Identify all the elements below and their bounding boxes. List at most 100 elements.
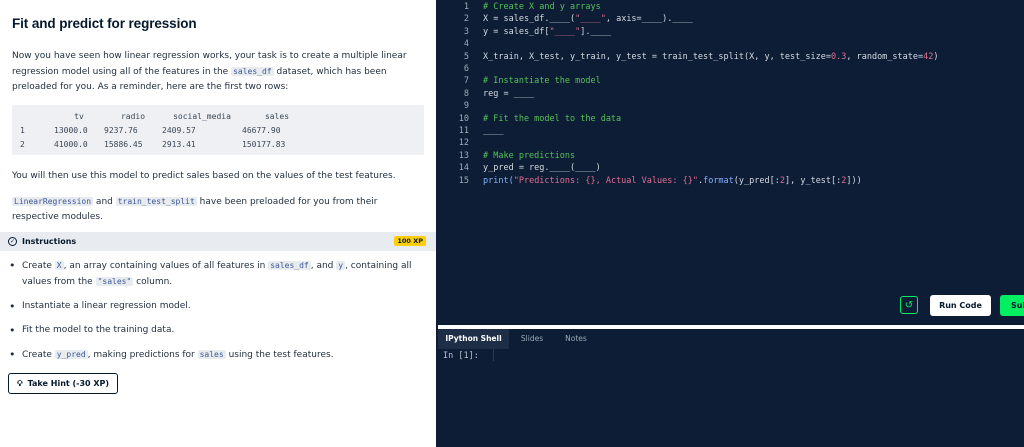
column-header <box>12 109 54 123</box>
code-text[interactable]: # Fit the model to the data <box>483 114 621 124</box>
code-line[interactable]: 13 # Make predictions <box>438 150 575 163</box>
code-token: ____ <box>483 126 504 136</box>
code-token: X = sales_df.____( <box>483 14 576 25</box>
tab-slides[interactable]: Slides <box>512 329 552 349</box>
table-cell: 46677.90 <box>242 125 281 135</box>
code-line[interactable]: 5 X_train, X_test, y_train, y_test = trai… <box>438 51 939 64</box>
code-token: reg = ____ <box>483 88 535 99</box>
code-token: 42 <box>923 51 934 62</box>
instruction-item: Create y_pred, making predictions for sa… <box>8 347 423 363</box>
code-line[interactable]: 11 ____ <box>438 125 504 138</box>
inline-code: y_pred <box>54 350 88 359</box>
line-number: 15 <box>458 175 469 186</box>
instruction-text: Create <box>22 261 55 271</box>
run-code-button[interactable]: Run Code <box>930 295 991 316</box>
inline-code: LinearRegression <box>12 197 94 206</box>
instruction-text: , an array containing values of all feat… <box>63 261 269 271</box>
code-line[interactable]: 12 <box>438 137 483 150</box>
instruction-text: , making predictions for <box>87 350 198 360</box>
table-header-row: tv radio social_media sales <box>12 109 312 123</box>
line-number: 10 <box>458 113 469 124</box>
tab-notes[interactable]: Notes <box>555 329 597 349</box>
inline-code: sales_df <box>268 261 311 270</box>
instruction-text: Instantiate a linear regression model. <box>22 301 191 311</box>
code-line[interactable]: 7 # Instantiate the model <box>438 75 601 88</box>
line-number: 1 <box>463 2 469 12</box>
code-line[interactable]: 14 y_pred = reg.____(____) <box>438 162 601 175</box>
code-text[interactable]: y_pred = reg.____(____) <box>483 163 601 173</box>
exercise-para2: You will then use this model to predict … <box>12 171 396 181</box>
code-text[interactable]: print("Predictions: {}, Actual Values: {… <box>483 176 862 186</box>
instruction-text: column. <box>133 277 173 287</box>
code-text[interactable]: X_train, X_test, y_train, y_test = train… <box>483 52 939 62</box>
instruction-text: Create <box>22 350 55 360</box>
code-line[interactable]: 9 <box>438 100 483 113</box>
code-text[interactable]: # Make predictions <box>483 151 575 161</box>
line-number: 8 <box>463 88 469 99</box>
code-line[interactable]: 8 reg = ____ <box>438 88 534 101</box>
code-token: , axis=____).____ <box>605 14 693 25</box>
instruction-item: Create X, an array containing values of … <box>8 258 423 290</box>
code-text[interactable]: ____ <box>483 126 503 136</box>
line-number: 2 <box>463 14 469 25</box>
instruction-item: Instantiate a linear regression model. <box>8 299 423 314</box>
code-token: print( <box>483 175 514 186</box>
code-line[interactable]: 2 X = sales_df.____("____", axis=____).__… <box>438 13 693 26</box>
code-token: , random_state= <box>846 51 924 62</box>
code-token: # Create X and y arrays <box>483 2 601 12</box>
code-token: y_pred = reg.____(____) <box>483 163 601 174</box>
lightbulb-icon: 💡︎ <box>17 378 23 388</box>
table-cell: 1 <box>20 125 25 135</box>
instructions-label: Instructions <box>22 237 77 246</box>
code-text[interactable]: X = sales_df.____("____", axis=____).___… <box>483 14 693 24</box>
tab-ipython-shell[interactable]: IPython Shell <box>438 329 509 349</box>
instructions-list: Create X, an array containing values of … <box>8 258 423 372</box>
column-header: radio <box>120 111 146 121</box>
take-hint-button[interactable]: 💡︎ Take Hint (-30 XP) <box>8 373 119 394</box>
code-line[interactable]: 4 <box>438 38 483 51</box>
instructions-header: ✓ Instructions 100 XP <box>0 232 436 251</box>
exercise-panel: Fit and predict for regression Now you h… <box>0 0 436 447</box>
console-prompt: In [1]: <box>443 351 479 361</box>
code-token: # Fit the model to the data <box>483 113 622 124</box>
code-line[interactable]: 1 # Create X and y arrays <box>438 1 601 14</box>
inline-code: sales <box>197 350 226 359</box>
code-line[interactable]: 6 <box>438 63 483 76</box>
code-token: ])) <box>846 175 862 186</box>
table-cell: 2409.57 <box>162 125 196 135</box>
inline-code: X <box>54 261 64 270</box>
inline-code: y <box>336 261 346 270</box>
table-cell: 2913.41 <box>162 139 196 149</box>
code-line[interactable]: 3 y = sales_df["____"].____ <box>438 26 611 39</box>
check-circle-icon: ✓ <box>8 237 17 246</box>
reset-icon[interactable]: ↺ <box>900 296 918 314</box>
code-line[interactable]: 10 # Fit the model to the data <box>438 113 621 126</box>
code-line[interactable]: 15 print("Predictions: {}, Actual Values:… <box>438 175 862 188</box>
code-token: 0.3 <box>831 51 847 62</box>
code-text[interactable]: y = sales_df["____"].____ <box>483 27 611 37</box>
code-text[interactable]: reg = ____ <box>483 89 534 99</box>
code-editor[interactable]: 1 # Create X and y arrays 2 X = sales_df.__… <box>438 0 1024 325</box>
code-token: (y_pred[: <box>733 175 780 186</box>
line-number: 13 <box>458 150 469 161</box>
instruction-item: Fit the model to the training data. <box>8 323 423 338</box>
data-preview-table: tv radio social_media sales 1 13000.0 9237.76 2… <box>12 105 424 155</box>
console-panel: IPython Shell Slides Notes In [1]: <box>438 329 1024 447</box>
table-cell: 13000.0 <box>54 125 88 135</box>
submit-button[interactable]: Sub <box>1000 295 1024 316</box>
console-tabs: IPython Shell Slides Notes <box>438 329 1024 349</box>
table-cell: 9237.76 <box>104 125 138 135</box>
exercise-para3: LinearRegression and train_test_split ha… <box>12 197 378 222</box>
code-token: # Instantiate the model <box>483 76 601 87</box>
table-cell: 41000.0 <box>54 139 88 149</box>
table-cell: 150177.83 <box>242 139 286 149</box>
instruction-text: Fit the model to the training data. <box>22 325 175 335</box>
code-text[interactable]: # Create X and y arrays <box>483 2 601 12</box>
console-input[interactable] <box>493 349 1024 361</box>
code-text[interactable]: # Instantiate the model <box>483 76 601 86</box>
column-header: social_media <box>173 111 231 121</box>
table-row: 2 41000.0 15886.45 2913.41 150177.83 <box>12 137 312 151</box>
line-number: 9 <box>463 101 469 112</box>
line-number: 4 <box>463 39 469 50</box>
table-row: 1 13000.0 9237.76 2409.57 46677.90 <box>12 123 312 137</box>
